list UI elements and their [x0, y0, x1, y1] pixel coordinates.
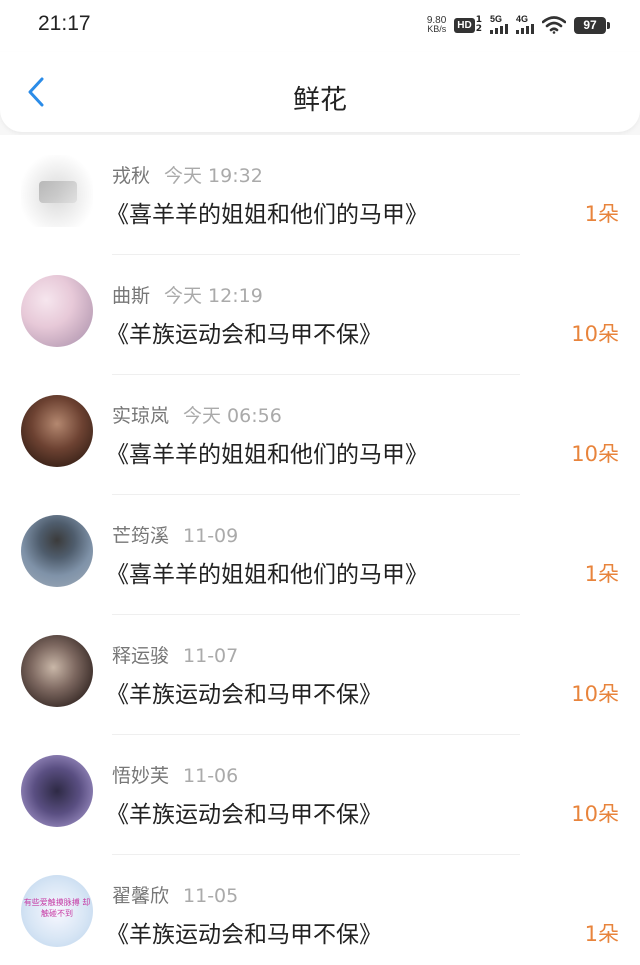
- flower-gift-list: 戎秋 今天 19:32 《喜羊羊的姐姐和他们的马甲》 1朵 曲斯 今天 12:19 …: [0, 135, 640, 965]
- list-item[interactable]: 芒筠溪 11-09 《喜羊羊的姐姐和他们的马甲》 1朵: [0, 495, 640, 615]
- work-title[interactable]: 《羊族运动会和马甲不保》: [106, 915, 382, 949]
- page-title: 鲜花: [293, 85, 347, 116]
- network-speed-unit: KB/s: [427, 24, 447, 34]
- flower-count: 1朵: [584, 202, 619, 226]
- list-item[interactable]: 有些爱触摸脉搏 却触碰不到 翟馨欣 11-05 《羊族运动会和马甲不保》 1朵: [0, 855, 640, 965]
- flower-count: 1朵: [584, 922, 619, 946]
- work-title[interactable]: 《喜羊羊的姐姐和他们的马甲》: [106, 555, 428, 589]
- work-title[interactable]: 《羊族运动会和马甲不保》: [106, 795, 382, 829]
- flower-count: 10朵: [571, 322, 619, 346]
- hd-bottom: 2: [475, 24, 482, 34]
- list-item[interactable]: 曲斯 今天 12:19 《羊族运动会和马甲不保》 10朵: [0, 255, 640, 375]
- status-bar: 21:17 9.80 KB/s HD 1 2 5G 4G 97: [0, 0, 640, 52]
- gift-time: 今天 06:56: [183, 405, 282, 427]
- list-item[interactable]: 悟妙芙 11-06 《羊族运动会和马甲不保》 10朵: [0, 735, 640, 855]
- sender-name[interactable]: 翟馨欣: [112, 885, 169, 907]
- avatar[interactable]: [21, 635, 93, 707]
- avatar[interactable]: [21, 395, 93, 467]
- network-speed: 9.80 KB/s: [427, 16, 446, 34]
- signal-5g-icon: 5G: [490, 14, 508, 34]
- status-icons: 9.80 KB/s HD 1 2 5G 4G 97: [427, 13, 610, 37]
- sender-name[interactable]: 实琼岚: [112, 405, 169, 427]
- gift-time: 11-06: [183, 765, 239, 787]
- gift-time: 今天 12:19: [164, 285, 263, 307]
- signal-4g-label: 4G: [516, 14, 529, 24]
- wifi-icon: [542, 16, 566, 34]
- nav-bar: 鲜花: [0, 52, 640, 132]
- hd-label: HD: [454, 17, 475, 33]
- status-time: 21:17: [38, 12, 91, 35]
- battery-icon: 97: [574, 16, 610, 34]
- flower-count: 10朵: [571, 802, 619, 826]
- signal-5g-label: 5G: [490, 14, 503, 24]
- avatar[interactable]: [21, 155, 93, 227]
- work-title[interactable]: 《羊族运动会和马甲不保》: [106, 315, 382, 349]
- flower-count: 10朵: [571, 442, 619, 466]
- flower-count: 10朵: [571, 682, 619, 706]
- list-item[interactable]: 戎秋 今天 19:32 《喜羊羊的姐姐和他们的马甲》 1朵: [0, 135, 640, 255]
- avatar[interactable]: 有些爱触摸脉搏 却触碰不到: [21, 875, 93, 947]
- gift-time: 今天 19:32: [164, 165, 263, 187]
- sender-name[interactable]: 释运骏: [112, 645, 169, 667]
- work-title[interactable]: 《羊族运动会和马甲不保》: [106, 675, 382, 709]
- avatar[interactable]: [21, 515, 93, 587]
- gift-time: 11-07: [183, 645, 239, 667]
- sender-name[interactable]: 戎秋: [112, 165, 150, 187]
- work-title[interactable]: 《喜羊羊的姐姐和他们的马甲》: [106, 195, 428, 229]
- sender-name[interactable]: 悟妙芙: [112, 765, 169, 787]
- avatar[interactable]: [21, 755, 93, 827]
- list-item[interactable]: 释运骏 11-07 《羊族运动会和马甲不保》 10朵: [0, 615, 640, 735]
- sender-name[interactable]: 曲斯: [112, 285, 150, 307]
- list-item[interactable]: 实琼岚 今天 06:56 《喜羊羊的姐姐和他们的马甲》 10朵: [0, 375, 640, 495]
- avatar[interactable]: [21, 275, 93, 347]
- avatar-caption: 有些爱触摸脉搏 却触碰不到: [23, 898, 91, 918]
- flower-count: 1朵: [584, 562, 619, 586]
- signal-4g-icon: 4G: [516, 14, 534, 34]
- gift-time: 11-09: [183, 525, 239, 547]
- sender-name[interactable]: 芒筠溪: [112, 525, 169, 547]
- hd-icon: HD 1 2: [454, 16, 482, 34]
- gift-time: 11-05: [183, 885, 239, 907]
- work-title[interactable]: 《喜羊羊的姐姐和他们的马甲》: [106, 435, 428, 469]
